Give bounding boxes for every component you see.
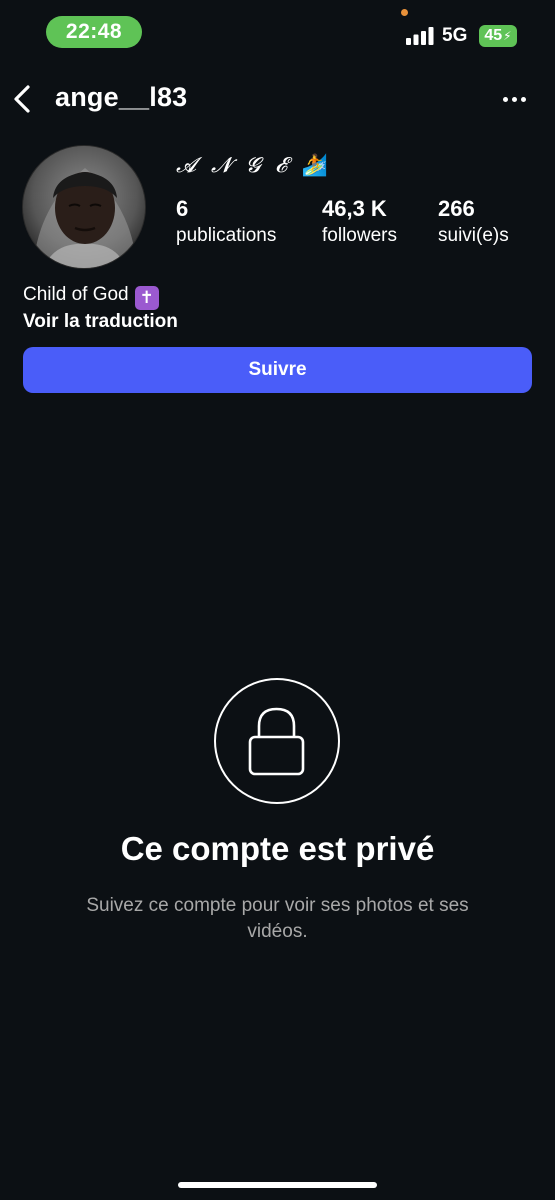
more-options-icon[interactable]: [498, 84, 530, 114]
profile-header: ange__l83: [0, 76, 555, 122]
posts-count: 6: [176, 196, 189, 221]
following-label: suivi(e)s: [438, 225, 509, 246]
latin-cross-emoji: ✝: [134, 286, 159, 310]
battery-level: 45: [484, 27, 503, 44]
posts-label: publications: [176, 225, 277, 246]
following-count: 266: [438, 196, 475, 221]
header-username: ange__l83: [55, 82, 188, 112]
lock-icon: [248, 707, 305, 776]
private-account-title: Ce compte est privé: [120, 830, 435, 867]
back-chevron-icon[interactable]: [8, 82, 38, 116]
battery-indicator: 45 ⚡: [479, 25, 517, 47]
see-translation-link[interactable]: Voir la traduction: [23, 311, 178, 333]
avatar[interactable]: [22, 145, 146, 269]
stat-followers[interactable]: 46,3 K followers: [322, 196, 397, 247]
profile-screen: 22:48 5G 45 ⚡ ange__l83 𝓐 𝓝 𝓖 𝓔 🏄 6 publ…: [0, 0, 555, 1200]
display-name: 𝓐 𝓝 𝓖 𝓔 🏄: [176, 153, 328, 178]
followers-label: followers: [322, 225, 397, 246]
status-bar: 22:48 5G 45 ⚡: [0, 0, 555, 62]
private-lock-badge: [214, 678, 340, 804]
display-name-text: 𝓐 𝓝 𝓖 𝓔: [176, 153, 292, 177]
bio: Child of God ✝: [23, 284, 159, 310]
stat-posts[interactable]: 6 publications: [176, 196, 276, 247]
followers-count: 46,3 K: [322, 196, 387, 221]
home-indicator[interactable]: [178, 1182, 377, 1188]
bio-text: Child of God: [23, 284, 129, 305]
private-account-description: Suivez ce compte pour voir ses photos et…: [86, 895, 469, 942]
network-type: 5G: [442, 25, 468, 46]
signal-strength-icon: [406, 27, 434, 45]
surfer-emoji: 🏄: [301, 153, 329, 177]
stat-following[interactable]: 266 suivi(e)s: [438, 196, 509, 247]
avatar-photo: [23, 146, 145, 268]
charging-bolt-icon: ⚡: [503, 29, 512, 43]
follow-button[interactable]: Suivre: [23, 347, 532, 393]
privacy-indicator-dot: [401, 9, 408, 16]
status-time[interactable]: 22:48: [46, 16, 142, 48]
